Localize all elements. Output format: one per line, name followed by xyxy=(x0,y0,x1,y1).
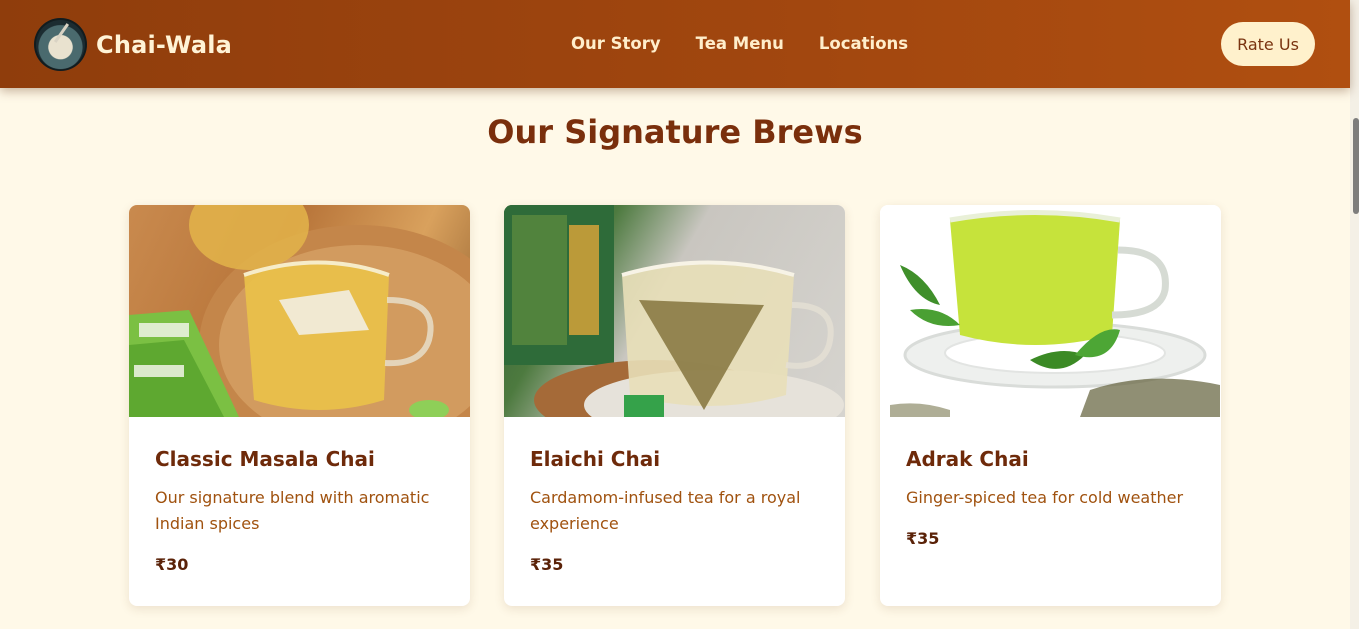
product-image xyxy=(504,205,845,417)
section-title: Our Signature Brews xyxy=(487,113,863,151)
brand-name: Chai-Wala xyxy=(96,30,233,59)
product-name: Classic Masala Chai xyxy=(155,447,375,471)
product-description: Our signature blend with aromatic Indian… xyxy=(155,488,430,533)
product-name: Adrak Chai xyxy=(906,447,1029,471)
chai-cup-logo-icon xyxy=(34,18,87,71)
main-nav: Our Story Tea Menu Locations xyxy=(571,34,908,53)
card-body: Adrak Chai Ginger-spiced tea for cold we… xyxy=(880,417,1221,548)
tea-cup-image-icon xyxy=(129,205,470,417)
product-card-elaichi-chai[interactable]: Elaichi Chai Cardamom-infused tea for a … xyxy=(504,205,845,606)
card-body: Classic Masala Chai Our signature blend … xyxy=(129,417,470,574)
top-navbar: Chai-Wala Our Story Tea Menu Locations R… xyxy=(0,0,1350,88)
vertical-scrollbar-track[interactable] xyxy=(1350,0,1359,629)
product-card-adrak-chai[interactable]: Adrak Chai Ginger-spiced tea for cold we… xyxy=(880,205,1221,606)
product-price: ₹35 xyxy=(530,555,564,574)
tea-cup-image-icon xyxy=(890,210,1220,417)
card-body: Elaichi Chai Cardamom-infused tea for a … xyxy=(504,417,845,574)
nav-link-tea-menu[interactable]: Tea Menu xyxy=(696,34,784,53)
rate-us-button[interactable]: Rate Us xyxy=(1221,22,1315,66)
nav-link-our-story[interactable]: Our Story xyxy=(571,34,661,53)
brand-logo[interactable]: Chai-Wala xyxy=(34,18,232,71)
product-description: Ginger-spiced tea for cold weather xyxy=(906,488,1184,507)
tea-cup-image-icon xyxy=(504,205,844,417)
nav-link-locations[interactable]: Locations xyxy=(819,34,908,53)
product-price: ₹35 xyxy=(906,529,940,548)
product-image xyxy=(880,205,1221,417)
product-card-masala-chai[interactable]: Classic Masala Chai Our signature blend … xyxy=(129,205,470,606)
product-price: ₹30 xyxy=(155,555,189,574)
product-image xyxy=(129,205,470,417)
product-description: Cardamom-infused tea for a royal experie… xyxy=(530,488,801,533)
product-name: Elaichi Chai xyxy=(530,447,661,471)
vertical-scrollbar-thumb[interactable] xyxy=(1353,118,1359,214)
